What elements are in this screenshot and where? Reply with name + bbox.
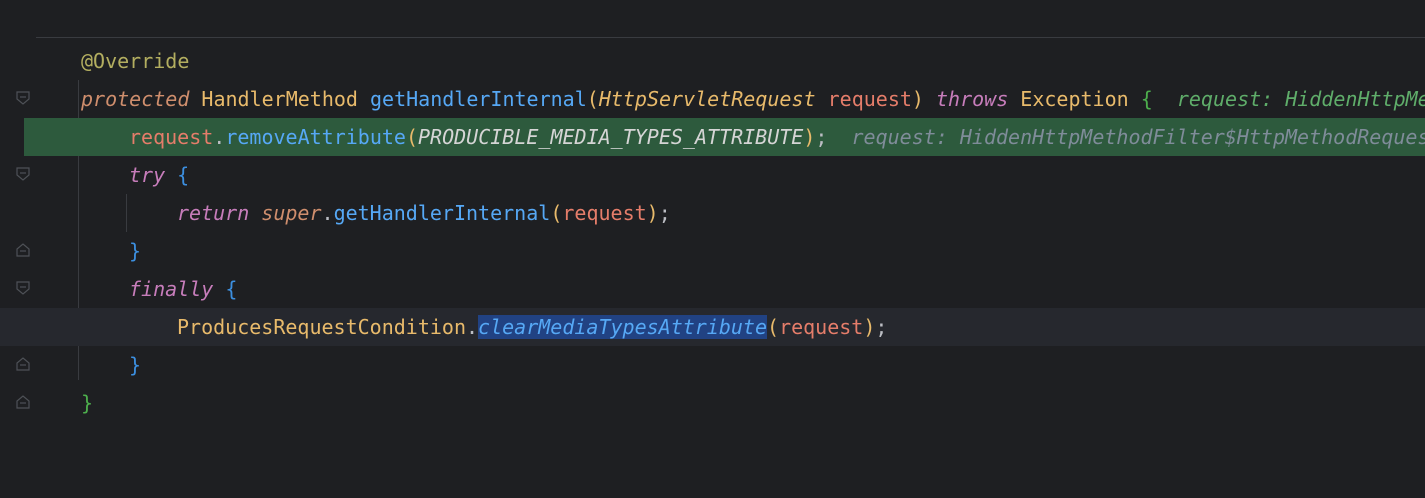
dot: . bbox=[321, 201, 334, 225]
method-call: getHandlerInternal bbox=[333, 201, 551, 225]
code-line-9[interactable]: } bbox=[0, 346, 1425, 384]
paren: ) bbox=[863, 315, 876, 339]
code-line-10[interactable]: } bbox=[0, 384, 1425, 422]
dot: . bbox=[465, 315, 479, 339]
argument: request bbox=[562, 201, 647, 225]
code-line-2[interactable]: protected HandlerMethod getHandlerIntern… bbox=[0, 80, 1425, 118]
method-call: removeAttribute bbox=[225, 125, 406, 149]
keyword-return: return bbox=[177, 201, 250, 225]
method-name: getHandlerInternal bbox=[370, 87, 587, 111]
open-brace: { bbox=[177, 163, 190, 187]
keyword-try: try bbox=[129, 163, 166, 187]
method-separator bbox=[36, 37, 1425, 38]
paren: ( bbox=[405, 125, 419, 149]
open-brace: { bbox=[1140, 87, 1153, 111]
semicolon: ; bbox=[875, 315, 888, 339]
paren: ) bbox=[803, 125, 816, 149]
annotation: @Override bbox=[81, 49, 190, 73]
close-brace: } bbox=[129, 239, 142, 263]
keyword-protected: protected bbox=[81, 87, 190, 111]
return-type: HandlerMethod bbox=[201, 87, 358, 111]
exception-type: Exception bbox=[1020, 87, 1129, 111]
argument: request bbox=[779, 315, 864, 339]
paren: ( bbox=[550, 201, 563, 225]
close-brace: } bbox=[129, 353, 142, 377]
execution-point-line[interactable]: request.removeAttribute(PRODUCIBLE_MEDIA… bbox=[24, 118, 1425, 156]
code-line-7[interactable]: finally { bbox=[0, 270, 1425, 308]
keyword-super: super bbox=[261, 201, 322, 225]
code-line-4[interactable]: try { bbox=[0, 156, 1425, 194]
debug-inline-value[interactable]: request: HiddenHttpMe bbox=[1177, 87, 1425, 111]
keyword-finally: finally bbox=[129, 277, 214, 301]
dot: . bbox=[213, 125, 226, 149]
paren: ( bbox=[767, 315, 780, 339]
semicolon: ; bbox=[815, 125, 828, 149]
paren: ( bbox=[586, 87, 599, 111]
caret-line[interactable]: ProducesRequestCondition.clearMediaTypes… bbox=[0, 308, 1425, 346]
code-line-1[interactable]: @Override bbox=[0, 42, 1425, 80]
selected-method-call[interactable]: clearMediaTypesAttribute bbox=[478, 315, 768, 339]
debug-inline-value[interactable]: request: HiddenHttpMethodFilter$HttpMeth… bbox=[852, 125, 1425, 149]
code-line-6[interactable]: } bbox=[0, 232, 1425, 270]
code-line-5[interactable]: return super.getHandlerInternal(request)… bbox=[0, 194, 1425, 232]
constant: PRODUCIBLE_MEDIA_TYPES_ATTRIBUTE bbox=[418, 125, 804, 149]
keyword-throws: throws bbox=[936, 87, 1009, 111]
class-name: ProducesRequestCondition bbox=[177, 315, 466, 339]
receiver: request bbox=[129, 125, 214, 149]
open-brace: { bbox=[225, 277, 238, 301]
close-brace: } bbox=[81, 391, 94, 415]
paren: ) bbox=[646, 201, 659, 225]
paren: ) bbox=[911, 87, 924, 111]
semicolon: ; bbox=[658, 201, 671, 225]
param-name: request bbox=[827, 87, 912, 111]
param-type: HttpServletRequest bbox=[598, 87, 816, 111]
